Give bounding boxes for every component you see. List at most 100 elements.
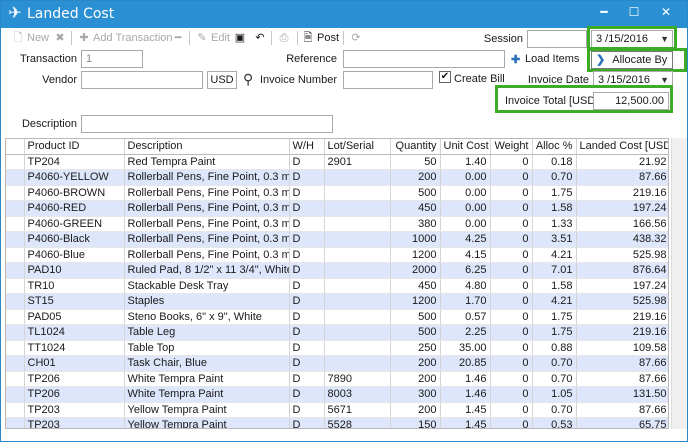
table-cell[interactable]: D	[289, 417, 325, 428]
row-selector[interactable]	[6, 169, 25, 186]
col-unit-cost[interactable]: Unit Cost	[440, 139, 491, 155]
description-input[interactable]	[81, 115, 333, 133]
table-cell[interactable]: 150	[390, 417, 441, 428]
row-selector[interactable]	[6, 231, 25, 248]
col-product-id[interactable]: Product ID	[24, 139, 125, 155]
table-cell[interactable]	[324, 185, 391, 201]
table-cell[interactable]: 6.25	[440, 262, 491, 279]
table-cell[interactable]: 525.98	[576, 293, 668, 310]
table-row[interactable]: TP203 Yellow Tempra Paint D 5671 200 1.45 0 0.7…	[6, 402, 668, 418]
table-cell[interactable]: 0	[490, 324, 533, 341]
table-cell[interactable]	[324, 231, 391, 248]
table-cell[interactable]: 1.58	[532, 200, 577, 217]
table-cell[interactable]: D	[289, 402, 325, 418]
table-cell[interactable]: 7.01	[532, 262, 577, 279]
table-cell[interactable]: Rollerball Pens, Fine Point, 0.3 mm,	[124, 247, 290, 263]
table-cell[interactable]: 438.32	[576, 231, 668, 248]
row-selector[interactable]	[6, 355, 25, 372]
table-cell[interactable]: 0.57	[440, 309, 491, 325]
table-cell[interactable]: D	[289, 386, 325, 403]
col-quantity[interactable]: Quantity	[390, 139, 441, 155]
table-cell[interactable]: 0	[490, 340, 533, 356]
table-cell[interactable]: 200	[390, 169, 441, 186]
table-row[interactable]: PAD10 Ruled Pad, 8 1/2" x 11 3/4", White D…	[6, 262, 668, 279]
table-cell[interactable]: TP206	[24, 386, 125, 403]
table-cell[interactable]: 7890	[324, 371, 391, 387]
table-cell[interactable]: 0.88	[532, 340, 577, 356]
table-cell[interactable]: 0	[490, 371, 533, 387]
table-cell[interactable]: 87.66	[576, 169, 668, 186]
table-cell[interactable]	[324, 262, 391, 279]
reference-input[interactable]	[343, 50, 505, 68]
table-cell[interactable]: Task Chair, Blue	[124, 355, 290, 372]
table-cell[interactable]: 0	[490, 185, 533, 201]
add-transaction-button[interactable]: ✚ Add Transaction	[77, 30, 172, 46]
transaction-input[interactable]: 1	[81, 50, 143, 68]
row-selector[interactable]	[6, 154, 25, 170]
table-row[interactable]: P4060-YELLOW Rollerball Pens, Fine Point,…	[6, 169, 668, 186]
table-cell[interactable]: P4060-RED	[24, 200, 125, 217]
table-cell[interactable]: Red Tempra Paint	[124, 154, 290, 170]
table-cell[interactable]: TP203	[24, 417, 125, 428]
row-selector[interactable]	[6, 309, 25, 325]
table-cell[interactable]: 4.15	[440, 247, 491, 263]
row-selector[interactable]	[6, 216, 25, 232]
table-cell[interactable]: Ruled Pad, 8 1/2" x 11 3/4", White	[124, 262, 290, 279]
table-cell[interactable]	[324, 293, 391, 310]
table-cell[interactable]: 166.56	[576, 216, 668, 232]
table-cell[interactable]: 35.00	[440, 340, 491, 356]
table-cell[interactable]: D	[289, 293, 325, 310]
table-row[interactable]: TP206 White Tempra Paint D 8003 300 1.46 0 1.05…	[6, 386, 668, 403]
post-button[interactable]: 🗎 Post	[301, 30, 339, 46]
save-button[interactable]: ▣	[233, 30, 249, 46]
table-row[interactable]: TP206 White Tempra Paint D 7890 200 1.46 0 0.70…	[6, 371, 668, 387]
delete-button[interactable]: ✖	[53, 30, 69, 46]
table-cell[interactable]: 1200	[390, 247, 441, 263]
table-cell[interactable]: D	[289, 309, 325, 325]
table-row[interactable]: P4060-GREEN Rollerball Pens, Fine Point, …	[6, 216, 668, 232]
table-cell[interactable]: 0.18	[532, 154, 577, 170]
invoice-number-input[interactable]	[343, 71, 433, 89]
table-cell[interactable]: P4060-Blue	[24, 247, 125, 263]
table-cell[interactable]: 0.53	[532, 417, 577, 428]
table-cell[interactable]: Yellow Tempra Paint	[124, 417, 290, 428]
table-cell[interactable]: D	[289, 355, 325, 372]
col-alloc-pct[interactable]: Alloc %	[532, 139, 577, 155]
table-cell[interactable]: 87.66	[576, 371, 668, 387]
table-cell[interactable]: 0	[490, 216, 533, 232]
table-cell[interactable]: 1000	[390, 231, 441, 248]
table-cell[interactable]: 197.24	[576, 200, 668, 217]
table-cell[interactable]: 1.45	[440, 402, 491, 418]
table-cell[interactable]: 8003	[324, 386, 391, 403]
table-cell[interactable]: 0	[490, 417, 533, 428]
table-cell[interactable]	[324, 216, 391, 232]
table-cell[interactable]: D	[289, 324, 325, 341]
table-cell[interactable]: 2901	[324, 154, 391, 170]
table-cell[interactable]: CH01	[24, 355, 125, 372]
table-cell[interactable]: 876.64	[576, 262, 668, 279]
table-cell[interactable]: ST15	[24, 293, 125, 310]
table-cell[interactable]: TR10	[24, 278, 125, 294]
table-row[interactable]: TL1024 Table Leg D 500 2.25 0 1.75 219.16	[6, 324, 668, 341]
table-cell[interactable]	[324, 355, 391, 372]
col-landed-cost[interactable]: Landed Cost [USD]	[576, 139, 668, 155]
table-cell[interactable]: PAD10	[24, 262, 125, 279]
table-cell[interactable]: D	[289, 154, 325, 170]
table-cell[interactable]: 0.70	[532, 169, 577, 186]
table-cell[interactable]: P4060-Black	[24, 231, 125, 248]
table-cell[interactable]	[324, 247, 391, 263]
load-items-button[interactable]: Load Items	[525, 53, 579, 65]
table-cell[interactable]: 450	[390, 278, 441, 294]
table-cell[interactable]: Rollerball Pens, Fine Point, 0.3 mm,	[124, 216, 290, 232]
table-cell[interactable]: 200	[390, 355, 441, 372]
print-button[interactable]: ⎙	[277, 30, 293, 46]
currency-field[interactable]: USD	[207, 71, 237, 89]
table-cell[interactable]: 1.45	[440, 417, 491, 428]
table-row[interactable]: CH01 Task Chair, Blue D 200 20.85 0 0.70 87.66	[6, 355, 668, 372]
table-cell[interactable]	[324, 309, 391, 325]
table-cell[interactable]: 219.16	[576, 185, 668, 201]
table-cell[interactable]	[324, 340, 391, 356]
table-cell[interactable]: 1.33	[532, 216, 577, 232]
table-cell[interactable]: Table Top	[124, 340, 290, 356]
table-cell[interactable]: TP206	[24, 371, 125, 387]
